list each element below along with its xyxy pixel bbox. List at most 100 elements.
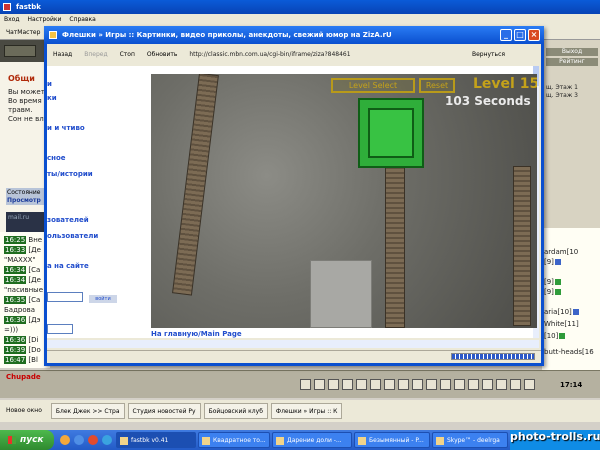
level-select-button[interactable]: Level Select	[331, 78, 415, 93]
loading-progress	[451, 353, 535, 360]
return-button[interactable]: Вернуться	[466, 51, 511, 58]
floor-label: щ. Этаж 3	[546, 92, 578, 99]
minimize-button[interactable]: _	[500, 29, 512, 41]
wooden-plank	[513, 166, 531, 326]
online-user[interactable]: [9]	[544, 288, 561, 296]
exit-button[interactable]: Выход	[546, 48, 598, 56]
action-icon[interactable]	[328, 379, 339, 390]
online-user[interactable]: butt-heads[16	[544, 348, 594, 356]
menu-link[interactable]: ты/истории	[47, 170, 93, 178]
chat-line: 16:33 [Де	[4, 246, 41, 254]
inner-tab[interactable]: Блек Джек >> Стра	[50, 403, 125, 419]
taskbar-task[interactable]: Skype™ - deelrga	[432, 432, 508, 448]
popup-icon	[49, 31, 57, 39]
action-icon[interactable]	[482, 379, 493, 390]
menu-help[interactable]: Справка	[69, 16, 95, 23]
main-page-link[interactable]: На главную/Main Page	[151, 330, 242, 338]
app-menu-bar: Вход Настройки Справка	[0, 14, 600, 25]
mail-label: mail.ru	[8, 214, 30, 221]
task-icon	[276, 437, 284, 445]
online-user[interactable]: [9]	[544, 278, 561, 286]
progress-fill	[452, 354, 534, 359]
quick-launch-icon[interactable]	[88, 435, 98, 445]
mail-banner[interactable]: mail.ru	[6, 212, 46, 234]
quick-launch-icon[interactable]	[74, 435, 84, 445]
inner-tab[interactable]: Студия новостей Ру	[127, 403, 201, 419]
taskbar-task[interactable]: fastbk v0.41	[116, 432, 196, 448]
start-button[interactable]: пуск	[0, 430, 54, 450]
quick-launch-icon[interactable]	[60, 435, 70, 445]
action-icon[interactable]	[412, 379, 423, 390]
chat-line: 16:36 [Di	[4, 336, 39, 344]
online-user[interactable]: ardam[10	[544, 248, 578, 256]
menu-settings[interactable]: Настройки	[28, 16, 62, 23]
chat-line: Бадрова	[4, 306, 36, 314]
back-button[interactable]: Назад	[47, 51, 78, 58]
online-user[interactable]: White[11]	[544, 320, 579, 328]
app-title-bar: fastbk	[0, 0, 600, 14]
info-line: Сон не вл	[8, 115, 44, 123]
chat-line: =)))	[4, 326, 19, 334]
new-window-button[interactable]: Новое окно	[2, 403, 48, 419]
online-user[interactable]: aria[10]	[544, 308, 579, 316]
action-icon[interactable]	[342, 379, 353, 390]
maximize-button[interactable]: □	[514, 29, 526, 41]
online-user[interactable]: [10]	[544, 332, 566, 340]
menu-link[interactable]: и	[47, 80, 52, 88]
online-user[interactable]: [9]	[544, 258, 561, 266]
login-button[interactable]: войти	[89, 295, 117, 303]
reset-button[interactable]: Reset	[419, 78, 455, 93]
taskbar-task[interactable]: Дарение доли -...	[272, 432, 352, 448]
action-icon[interactable]	[356, 379, 367, 390]
app-icon	[3, 3, 11, 11]
action-icon[interactable]	[440, 379, 451, 390]
app-title: fastbk	[16, 3, 41, 11]
action-icon[interactable]	[496, 379, 507, 390]
menu-login[interactable]: Вход	[4, 16, 20, 23]
action-icon[interactable]	[300, 379, 311, 390]
rating-button[interactable]: Рейтинг	[546, 58, 598, 66]
popup-title: Флешки » Игры :: Картинки, видео приколы…	[62, 31, 392, 39]
taskbar-task[interactable]: Квадратное то...	[198, 432, 270, 448]
watermark: photo-trolls.ru	[510, 430, 600, 443]
action-icon[interactable]	[524, 379, 535, 390]
action-icon[interactable]	[426, 379, 437, 390]
bottom-action-bar: Chupade 17:14	[0, 370, 600, 398]
chat-line: 16:25 Вне	[4, 236, 43, 244]
action-icon[interactable]	[314, 379, 325, 390]
flash-game[interactable]: Level Select Reset Level 15 103 Seconds	[151, 74, 537, 328]
floor-label: щ. Этаж 1	[546, 84, 578, 91]
menu-link[interactable]: сное	[47, 154, 66, 162]
chatmaster-button[interactable]: ЧатМастер	[6, 29, 40, 36]
game-clock: 17:14	[560, 381, 583, 389]
stop-button[interactable]: Стоп	[114, 51, 141, 58]
login-input[interactable]	[47, 292, 83, 302]
horizontal-scrollbar[interactable]	[47, 340, 539, 348]
menu-link[interactable]: зователей	[47, 216, 89, 224]
action-icon[interactable]	[468, 379, 479, 390]
action-icon[interactable]	[384, 379, 395, 390]
browser-status-bar	[47, 350, 541, 363]
chat-bottom-line: Chupade	[6, 373, 41, 381]
menu-link[interactable]: а на сайте	[47, 262, 89, 270]
action-icon[interactable]	[454, 379, 465, 390]
forward-button[interactable]: Вперед	[78, 51, 113, 58]
password-input[interactable]	[47, 324, 73, 334]
close-button[interactable]: ×	[528, 29, 540, 41]
refresh-button[interactable]: Обновить	[141, 51, 183, 58]
info-line: травм.	[8, 106, 33, 114]
taskbar-task[interactable]: Безымянный - P...	[354, 432, 430, 448]
wooden-plank	[385, 167, 405, 328]
inner-tab[interactable]: Флешки » Игры :: К	[270, 403, 343, 419]
quick-launch-icon[interactable]	[102, 435, 112, 445]
action-icon[interactable]	[510, 379, 521, 390]
green-crate[interactable]	[358, 98, 424, 168]
action-icon[interactable]	[398, 379, 409, 390]
task-icon	[358, 437, 366, 445]
address-field[interactable]: http://classic.mbn.com.ua/cgi-bin/iframe…	[189, 51, 350, 58]
menu-link[interactable]: ки	[47, 94, 57, 102]
menu-link[interactable]: ользователи	[47, 232, 98, 240]
inner-tab[interactable]: Бойцовский клуб	[203, 403, 268, 419]
menu-link[interactable]: и и чтиво	[47, 124, 85, 132]
action-icon[interactable]	[370, 379, 381, 390]
